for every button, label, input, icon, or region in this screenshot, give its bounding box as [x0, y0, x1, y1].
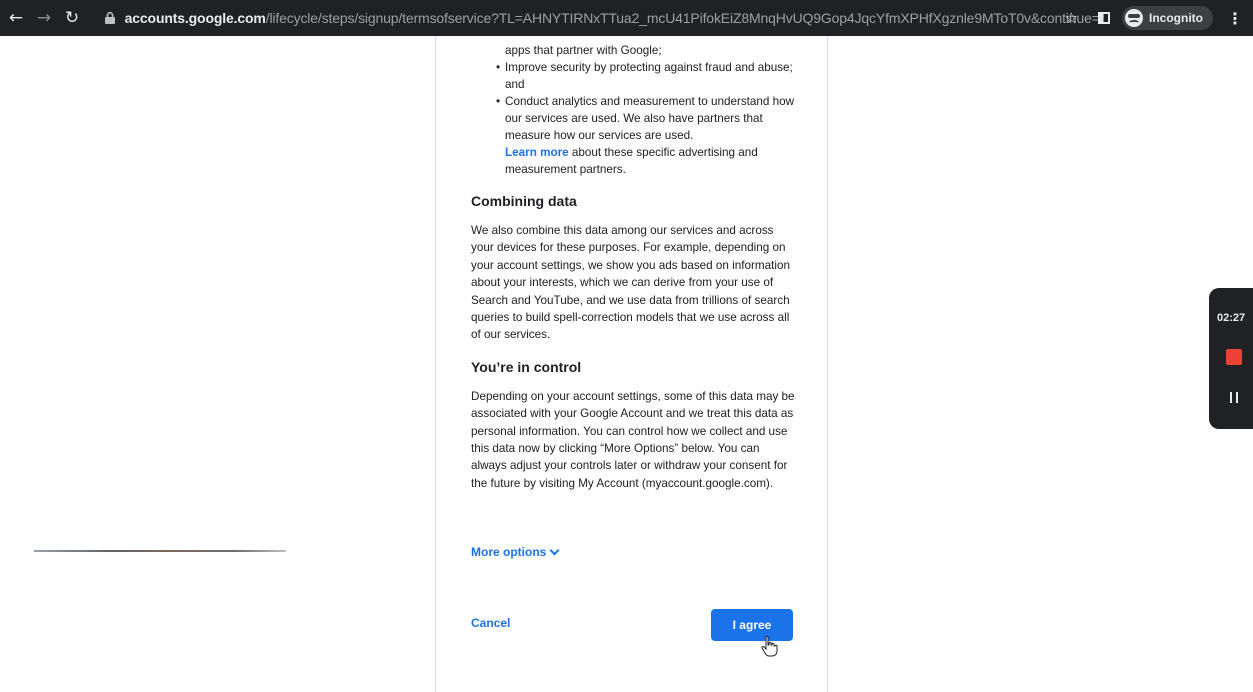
incognito-icon	[1125, 9, 1143, 27]
url-host: accounts.google.com	[124, 10, 266, 26]
forward-icon[interactable]: →	[32, 6, 56, 30]
incognito-label: Incognito	[1149, 11, 1203, 25]
terms-card: apps that partner with Google; Improve s…	[435, 36, 828, 692]
cancel-button[interactable]: Cancel	[471, 616, 510, 630]
screen-recorder-widget: 02:27	[1209, 288, 1253, 429]
list-item: Conduct analytics and measurement to und…	[471, 93, 796, 178]
list-item-text: Conduct analytics and measurement to und…	[505, 95, 795, 142]
lock-icon	[104, 11, 116, 25]
divider-line	[34, 550, 286, 552]
reload-icon[interactable]: ↻	[60, 6, 84, 30]
in-control-body: Depending on your account settings, some…	[471, 389, 795, 490]
learn-more-link[interactable]: Learn more	[505, 146, 569, 159]
list-item: Improve security by protecting against f…	[471, 59, 796, 93]
stop-record-icon[interactable]	[1226, 349, 1242, 365]
address-bar[interactable]: accounts.google.com/lifecycle/steps/sign…	[104, 6, 1104, 30]
combining-data-heading: Combining data	[471, 193, 577, 209]
toolbar-actions: ☆ Incognito ⋮	[1065, 6, 1243, 30]
browser-toolbar: ← → ↻ accounts.google.com/lifecycle/step…	[0, 0, 1253, 36]
chevron-down-icon	[549, 545, 560, 555]
list-item: apps that partner with Google;	[505, 44, 662, 57]
more-options-label: More options	[471, 545, 547, 559]
recording-timer: 02:27	[1217, 312, 1246, 324]
in-control-heading: You’re in control	[471, 358, 582, 375]
terms-content: apps that partner with Google; Improve s…	[471, 36, 796, 492]
kebab-menu-icon[interactable]: ⋮	[1227, 9, 1243, 28]
more-options-button[interactable]: More options	[471, 545, 560, 559]
combining-data-body: We also combine this data among our serv…	[471, 224, 790, 342]
url-path: /lifecycle/steps/signup/termsofservice?T…	[265, 10, 1104, 26]
hand-cursor-icon	[761, 635, 778, 657]
side-panel-icon[interactable]	[1098, 12, 1110, 24]
star-icon[interactable]: ☆	[1065, 9, 1078, 27]
incognito-badge[interactable]: Incognito	[1122, 6, 1213, 30]
agree-button[interactable]: I agree	[711, 609, 793, 641]
pause-icon[interactable]	[1230, 392, 1238, 403]
url-text: accounts.google.com/lifecycle/steps/sign…	[125, 10, 1104, 26]
purpose-list: apps that partner with Google; Improve s…	[471, 36, 796, 178]
back-icon[interactable]: ←	[4, 6, 28, 30]
